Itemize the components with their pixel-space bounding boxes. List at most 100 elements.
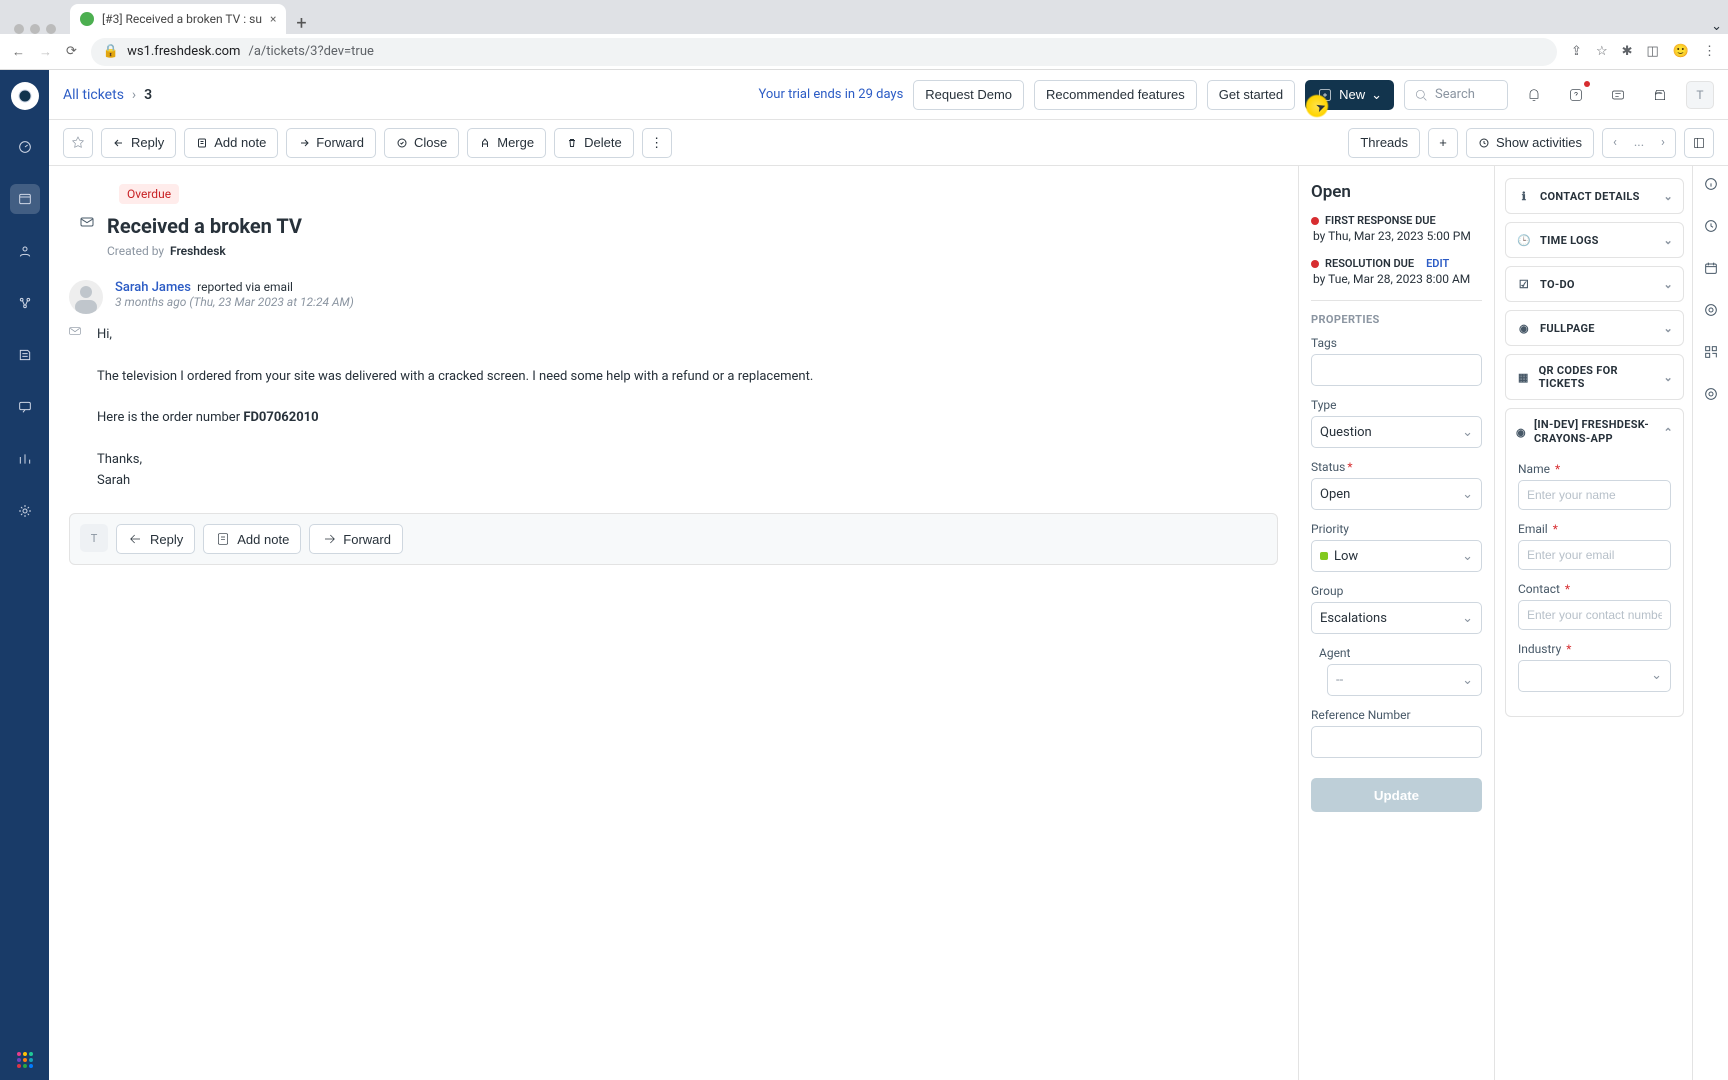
- more-actions-button[interactable]: ⋮: [642, 128, 672, 158]
- first-response-due-value: by Thu, Mar 23, 2023 5:00 PM: [1313, 229, 1482, 243]
- replybox-forward-button[interactable]: Forward: [309, 524, 403, 554]
- group-select[interactable]: Escalations⌄: [1311, 602, 1482, 634]
- update-button[interactable]: Update: [1311, 778, 1482, 812]
- forward-button[interactable]: Forward: [286, 128, 376, 158]
- accordion-fullpage[interactable]: ◉FULLPAGE⌄: [1505, 310, 1684, 346]
- browser-tab[interactable]: [#3] Received a broken TV : su ×: [70, 4, 286, 34]
- nav-dashboard[interactable]: [10, 132, 40, 162]
- add-note-button[interactable]: Add note: [184, 128, 278, 158]
- close-icon: [396, 137, 408, 149]
- pager-prev[interactable]: ‹: [1603, 135, 1627, 150]
- recommended-features-button[interactable]: Recommended features: [1034, 80, 1197, 110]
- nav-tickets[interactable]: [10, 184, 40, 214]
- plus-square-icon: [1317, 87, 1333, 103]
- cr-contact-input[interactable]: [1518, 600, 1671, 630]
- nav-social[interactable]: [10, 288, 40, 318]
- rail-calendar-icon[interactable]: [1703, 260, 1719, 280]
- refnum-input[interactable]: [1311, 726, 1482, 758]
- requester-avatar: [69, 280, 103, 314]
- reload-button[interactable]: ⟳: [66, 44, 77, 59]
- address-bar[interactable]: 🔒 ws1.freshdesk.com/a/tickets/3?dev=true: [91, 38, 1557, 66]
- tags-label: Tags: [1311, 336, 1482, 350]
- star-button[interactable]: [63, 128, 93, 158]
- marketplace-icon[interactable]: [1644, 79, 1676, 111]
- tabs-dropdown[interactable]: ⌄: [1711, 19, 1722, 34]
- cr-email-label: Email *: [1518, 522, 1671, 536]
- rail-clock-icon[interactable]: [1703, 218, 1719, 238]
- accordion-to-do[interactable]: ☑TO-DO⌄: [1505, 266, 1684, 302]
- status-select[interactable]: Open⌄: [1311, 478, 1482, 510]
- rail-app2-icon[interactable]: [1703, 386, 1719, 406]
- new-button[interactable]: New ⌄: [1305, 80, 1394, 110]
- tags-input[interactable]: [1311, 354, 1482, 386]
- add-thread-button[interactable]: +: [1428, 128, 1458, 158]
- agent-label: Agent: [1319, 646, 1482, 660]
- cr-email-input[interactable]: [1518, 540, 1671, 570]
- agent-select[interactable]: --⌄: [1327, 664, 1482, 696]
- close-button[interactable]: Close: [384, 128, 459, 158]
- nav-analytics[interactable]: [10, 444, 40, 474]
- rail-qr-icon[interactable]: [1703, 344, 1719, 364]
- search-input[interactable]: Search: [1404, 80, 1508, 110]
- resolution-due-label: RESOLUTION DUEEdit: [1311, 257, 1482, 270]
- priority-select[interactable]: Low⌄: [1311, 540, 1482, 572]
- request-demo-button[interactable]: Request Demo: [913, 80, 1024, 110]
- breadcrumb-root[interactable]: All tickets: [63, 87, 124, 103]
- close-tab-icon[interactable]: ×: [270, 12, 276, 26]
- pager-next[interactable]: ›: [1651, 135, 1675, 150]
- forward-button[interactable]: →: [39, 44, 52, 60]
- url-path: /a/tickets/3?dev=true: [248, 44, 373, 59]
- requester-link[interactable]: Sarah James: [115, 280, 191, 295]
- group-label: Group: [1311, 584, 1482, 598]
- edit-due-link[interactable]: Edit: [1426, 257, 1449, 270]
- accordion-contact-details[interactable]: ℹCONTACT DETAILS⌄: [1505, 178, 1684, 214]
- back-button[interactable]: ←: [12, 44, 25, 60]
- new-tab-button[interactable]: +: [292, 13, 310, 34]
- profile-avatar[interactable]: T: [1686, 81, 1714, 109]
- help-icon[interactable]: [1560, 79, 1592, 111]
- chevron-down-icon: ⌄: [1663, 322, 1673, 335]
- accordion-qr-codes[interactable]: ▦QR CODES FOR TICKETS⌄: [1505, 354, 1684, 400]
- status-heading: Open: [1311, 182, 1482, 202]
- type-select[interactable]: Question⌄: [1311, 416, 1482, 448]
- profile-icon[interactable]: 🙂: [1673, 44, 1689, 59]
- left-nav: [0, 70, 49, 1080]
- cr-name-input[interactable]: [1518, 480, 1671, 510]
- nav-contacts[interactable]: [10, 236, 40, 266]
- reply-button[interactable]: Reply: [101, 128, 176, 158]
- expand-button[interactable]: [1684, 128, 1714, 158]
- accordion-crayons-app[interactable]: ◉[IN-DEV] FRESHDESK-CRAYONS-APP⌃ Name * …: [1505, 408, 1684, 717]
- cr-name-label: Name *: [1518, 462, 1671, 476]
- delete-button[interactable]: Delete: [554, 128, 634, 158]
- extensions-icon[interactable]: ✱: [1622, 44, 1633, 59]
- nav-solutions[interactable]: [10, 340, 40, 370]
- created-by: Created by Freshdesk: [107, 244, 302, 258]
- share-icon[interactable]: ⇪: [1571, 44, 1582, 59]
- tab-title: [#3] Received a broken TV : su: [102, 12, 262, 26]
- show-activities-button[interactable]: Show activities: [1466, 128, 1594, 158]
- bell-icon[interactable]: [1518, 79, 1550, 111]
- first-response-due-label: FIRST RESPONSE DUE: [1311, 214, 1482, 227]
- cr-industry-select[interactable]: ⌄: [1518, 660, 1671, 692]
- accordion-time-logs[interactable]: 🕒TIME LOGS⌄: [1505, 222, 1684, 258]
- nav-forums[interactable]: [10, 392, 40, 422]
- channel-email-icon: [67, 323, 81, 337]
- get-started-button[interactable]: Get started: [1207, 80, 1295, 110]
- chrome-menu-icon[interactable]: ⋮: [1703, 44, 1716, 59]
- switcher-icon[interactable]: [1602, 79, 1634, 111]
- merge-button[interactable]: Merge: [467, 128, 546, 158]
- rail-app-icon[interactable]: [1703, 302, 1719, 322]
- freshworks-switcher[interactable]: [17, 1052, 33, 1068]
- trash-icon: [566, 137, 578, 149]
- replybox-addnote-button[interactable]: Add note: [203, 524, 301, 554]
- rail-info-icon[interactable]: [1703, 176, 1719, 196]
- ticket-pager: ‹ ... ›: [1602, 128, 1676, 158]
- product-logo[interactable]: [11, 82, 39, 110]
- bookmark-icon[interactable]: ☆: [1596, 44, 1608, 59]
- report-mode: reported via email: [194, 280, 293, 294]
- pager-mid: ...: [1627, 135, 1651, 150]
- sidepanel-icon[interactable]: ◫: [1647, 44, 1659, 59]
- replybox-reply-button[interactable]: Reply: [116, 524, 195, 554]
- threads-button[interactable]: Threads: [1348, 128, 1420, 158]
- nav-admin[interactable]: [10, 496, 40, 526]
